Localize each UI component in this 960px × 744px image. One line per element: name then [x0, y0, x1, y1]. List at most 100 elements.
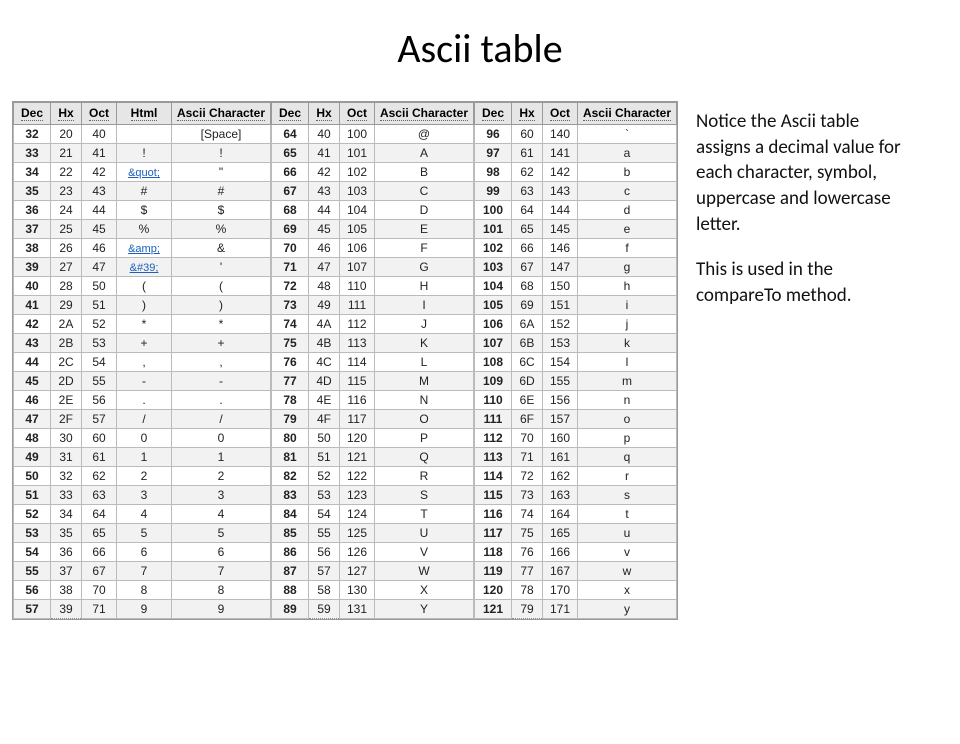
- table-row: 1106E156n: [475, 391, 677, 410]
- table-row: 8454124T: [272, 505, 474, 524]
- cell-oct: 156: [543, 391, 578, 410]
- html-entity-link[interactable]: &quot;: [128, 167, 160, 179]
- cell-hx: 51: [309, 448, 340, 467]
- table-row: 794F117O: [272, 410, 474, 429]
- table-row: 11775165u: [475, 524, 677, 543]
- cell-dec: 49: [14, 448, 51, 467]
- cell-char: y: [578, 600, 677, 619]
- cell-char: P: [375, 429, 474, 448]
- table-row: 11270160p: [475, 429, 677, 448]
- table-row: 8151121Q: [272, 448, 474, 467]
- table-row: 9963143c: [475, 182, 677, 201]
- table-row: 6642102B: [272, 163, 474, 182]
- table-row: 11573163s: [475, 486, 677, 505]
- cell-oct: 47: [82, 258, 117, 277]
- cell-dec: 43: [14, 334, 51, 353]
- cell-oct: 54: [82, 353, 117, 372]
- cell-hx: 73: [512, 486, 543, 505]
- table-row: 10165145e: [475, 220, 677, 239]
- table-row: 392747&#39;': [14, 258, 271, 277]
- cell-char: $: [172, 201, 271, 220]
- cell-hx: 23: [51, 182, 82, 201]
- cell-hx: 36: [51, 543, 82, 562]
- table-row: 372545%%: [14, 220, 271, 239]
- cell-dec: 74: [272, 315, 309, 334]
- cell-oct: 116: [340, 391, 375, 410]
- cell-char: O: [375, 410, 474, 429]
- table-row: 11977167w: [475, 562, 677, 581]
- cell-dec: 44: [14, 353, 51, 372]
- cell-html: ,: [117, 353, 172, 372]
- cell-hx: 4C: [309, 353, 340, 372]
- cell-hx: 47: [309, 258, 340, 277]
- cell-oct: 52: [82, 315, 117, 334]
- cell-dec: 98: [475, 163, 512, 182]
- cell-hx: 62: [512, 163, 543, 182]
- cell-oct: 106: [340, 239, 375, 258]
- cell-char: T: [375, 505, 474, 524]
- cell-hx: 40: [309, 125, 340, 144]
- cell-oct: 110: [340, 277, 375, 296]
- cell-hx: 25: [51, 220, 82, 239]
- cell-oct: 164: [543, 505, 578, 524]
- cell-oct: 146: [543, 239, 578, 258]
- cell-hx: 29: [51, 296, 82, 315]
- cell-hx: 75: [512, 524, 543, 543]
- cell-dec: 70: [272, 239, 309, 258]
- cell-oct: 153: [543, 334, 578, 353]
- cell-hx: 35: [51, 524, 82, 543]
- cell-dec: 56: [14, 581, 51, 600]
- cell-char: [Space]: [172, 125, 271, 144]
- cell-char: B: [375, 163, 474, 182]
- table-row: 55376777: [14, 562, 271, 581]
- table-row: 402850((: [14, 277, 271, 296]
- cell-dec: 120: [475, 581, 512, 600]
- cell-html: .: [117, 391, 172, 410]
- cell-oct: 170: [543, 581, 578, 600]
- html-entity-link[interactable]: &#39;: [130, 262, 159, 274]
- cell-oct: 126: [340, 543, 375, 562]
- cell-oct: 127: [340, 562, 375, 581]
- cell-oct: 120: [340, 429, 375, 448]
- cell-char: n: [578, 391, 677, 410]
- cell-char: t: [578, 505, 677, 524]
- cell-dec: 106: [475, 315, 512, 334]
- cell-oct: 142: [543, 163, 578, 182]
- cell-char: J: [375, 315, 474, 334]
- html-entity-link[interactable]: &amp;: [128, 243, 160, 255]
- cell-hx: 55: [309, 524, 340, 543]
- cell-char: /: [172, 410, 271, 429]
- cell-dec: 68: [272, 201, 309, 220]
- table-row: 1116F157o: [475, 410, 677, 429]
- table-row: 744A112J: [272, 315, 474, 334]
- cell-oct: 123: [340, 486, 375, 505]
- cell-oct: 55: [82, 372, 117, 391]
- table-row: 6844104D: [272, 201, 474, 220]
- cell-dec: 50: [14, 467, 51, 486]
- cell-html: +: [117, 334, 172, 353]
- cell-oct: 117: [340, 410, 375, 429]
- table-row: 51336333: [14, 486, 271, 505]
- cell-hx: 68: [512, 277, 543, 296]
- cell-dec: 64: [272, 125, 309, 144]
- table-row: 8959131Y: [272, 600, 474, 619]
- table-row: 6743103C: [272, 182, 474, 201]
- cell-char: ': [172, 258, 271, 277]
- table-row: 1066A152j: [475, 315, 677, 334]
- cell-dec: 88: [272, 581, 309, 600]
- cell-oct: 44: [82, 201, 117, 220]
- cell-hx: 65: [512, 220, 543, 239]
- cell-html: 8: [117, 581, 172, 600]
- table-row: 442C54,,: [14, 353, 271, 372]
- cell-char: D: [375, 201, 474, 220]
- cell-char: w: [578, 562, 677, 581]
- table-row: 8353123S: [272, 486, 474, 505]
- cell-hx: 52: [309, 467, 340, 486]
- cell-dec: 78: [272, 391, 309, 410]
- cell-char: h: [578, 277, 677, 296]
- cell-hx: 71: [512, 448, 543, 467]
- cell-hx: 76: [512, 543, 543, 562]
- cell-oct: 41: [82, 144, 117, 163]
- table-row: 7147107G: [272, 258, 474, 277]
- th-oct: Oct: [543, 103, 578, 125]
